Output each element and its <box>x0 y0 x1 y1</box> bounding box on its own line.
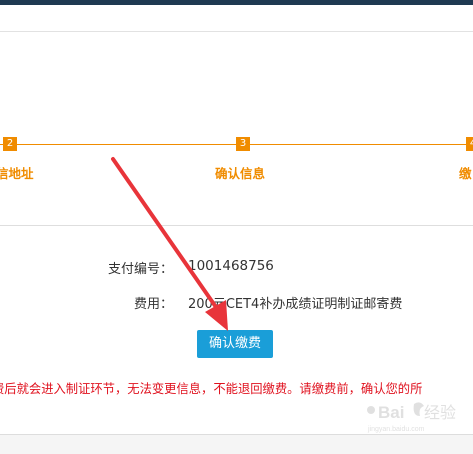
page: 2 信地址 3 确认信息 4 缴 支付编号： 1001468756 费用： 20… <box>0 0 473 454</box>
fee-value: 200元CET4补办成绩证明制证邮寄费 <box>188 297 403 312</box>
warning-text: 费后就会进入制证环节，无法变更信息，不能退回缴费。请缴费前，确认您的所 <box>0 382 423 396</box>
step-2-label: 信地址 <box>0 166 34 181</box>
step-progress: 2 信地址 3 确认信息 4 缴 <box>0 32 473 225</box>
step-3-label: 确认信息 <box>215 166 266 181</box>
payment-id-value: 1001468756 <box>188 258 274 274</box>
confirm-payment-button[interactable]: 确认缴费 <box>197 330 273 358</box>
bottom-area <box>0 435 473 454</box>
fee-label: 费用： <box>134 297 174 312</box>
svg-text:经验: 经验 <box>424 403 456 422</box>
svg-text:Bai: Bai <box>378 403 404 422</box>
header-area <box>0 5 473 32</box>
section-divider <box>0 225 473 226</box>
payment-id-label: 支付编号： <box>108 262 174 277</box>
step-4-number: 4 <box>466 137 473 151</box>
step-4-label: 缴 <box>459 166 472 181</box>
step-3-number: 3 <box>236 137 250 151</box>
baidu-jingyan-watermark: Bai 经验 jingyan.baidu.com <box>367 402 456 433</box>
svg-text:jingyan.baidu.com: jingyan.baidu.com <box>367 426 425 433</box>
step-2-number: 2 <box>3 137 17 151</box>
